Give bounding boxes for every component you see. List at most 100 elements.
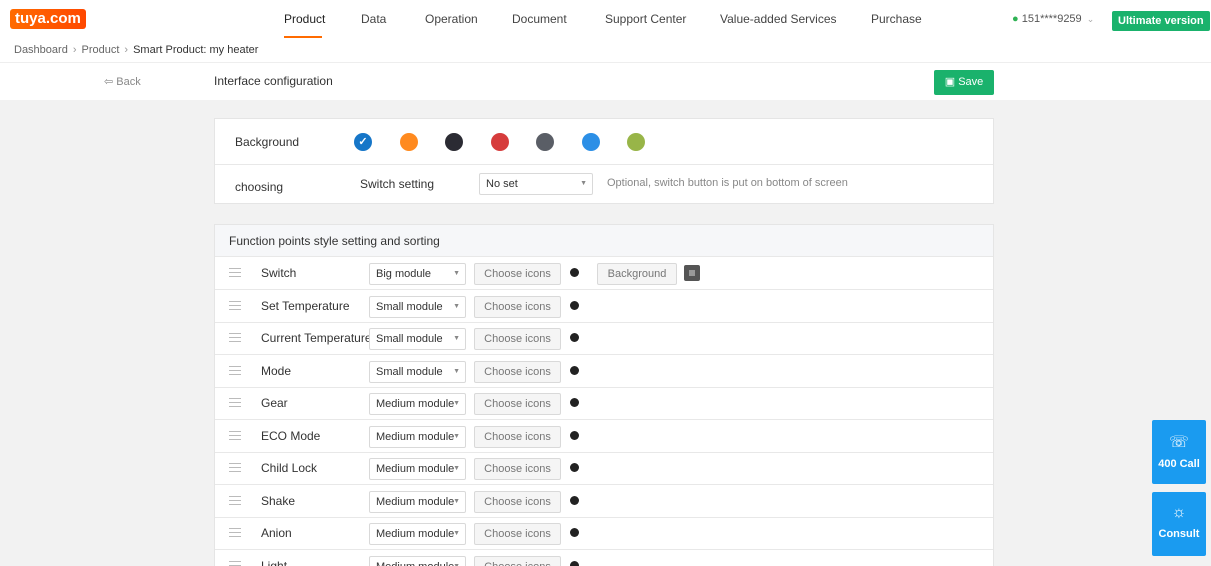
module-size-select[interactable]: Medium module▼ (369, 393, 466, 415)
choose-icons-button[interactable]: Choose icons (474, 393, 561, 415)
drag-handle-icon[interactable] (229, 430, 241, 440)
drag-handle-icon[interactable] (229, 365, 241, 375)
call-400-button[interactable]: ☏ 400 Call (1152, 420, 1206, 484)
module-size-value: Medium module (376, 430, 455, 443)
choose-icons-button[interactable]: Choose icons (474, 523, 561, 545)
drag-handle-icon[interactable] (229, 300, 241, 310)
choose-icons-button[interactable]: Choose icons (474, 263, 561, 285)
function-point-row: ECO Mode Medium module ▼ Choose icons (215, 421, 993, 453)
drag-handle-icon[interactable] (229, 560, 241, 566)
background-swatch-3[interactable] (445, 133, 463, 151)
module-size-value: Medium module (376, 495, 455, 508)
module-size-select[interactable]: Medium module▼ (369, 458, 466, 480)
nav-operation[interactable]: Operation (425, 12, 478, 26)
user-icon: ● (1012, 13, 1019, 25)
drag-handle-icon[interactable] (229, 268, 241, 277)
choose-icons-button[interactable]: Choose icons (474, 328, 561, 350)
background-row: Background ✓ (215, 119, 993, 165)
consult-label: Consult (1158, 528, 1200, 540)
background-swatch-4[interactable] (491, 133, 509, 151)
module-size-select[interactable]: Medium module▼ (369, 555, 466, 566)
nav-data[interactable]: Data (361, 12, 386, 26)
background-swatch-6[interactable] (582, 133, 600, 151)
icon-preview (570, 268, 579, 277)
function-point-row: Current Temperature Small module ▼ Choose i… (215, 323, 993, 355)
function-point-name: Anion (261, 526, 292, 540)
icon-preview (570, 430, 579, 440)
module-size-select[interactable]: Medium module▼ (369, 490, 466, 513)
consult-button[interactable]: ☼ Consult (1152, 492, 1206, 556)
chevron-down-icon: ▼ (580, 180, 587, 187)
choose-icons-button[interactable]: Choose icons (474, 490, 561, 513)
tuya-logo[interactable]: tuya.com (10, 9, 86, 29)
ultimate-version-button[interactable]: Ultimate version (1112, 11, 1210, 31)
function-points-header: Function points style setting and sortin… (215, 225, 993, 257)
function-point-row: Set Temperature Small module ▼ Choose icons (215, 291, 993, 323)
background-swatch-1[interactable]: ✓ (354, 133, 372, 151)
module-size-select[interactable]: Small module ▼ (369, 295, 466, 318)
background-swatch-5[interactable] (536, 133, 554, 151)
choose-icons-button[interactable]: Choose icons (474, 425, 561, 448)
breadcrumb-dashboard[interactable]: Dashboard (14, 44, 68, 56)
choose-icons-button[interactable]: Choose icons (474, 295, 561, 318)
nav-product[interactable]: Product (284, 12, 325, 26)
function-point-name: Shake (261, 493, 296, 508)
module-size-select[interactable]: Big module ▼ (369, 263, 466, 285)
function-point-name: Light (261, 558, 288, 566)
function-point-name: Gear (261, 396, 288, 410)
icon-preview (570, 300, 579, 310)
save-button[interactable]: ▣ Save (934, 70, 994, 95)
page-title: Interface configuration (214, 74, 333, 88)
icon-preview (570, 528, 579, 537)
nav-document[interactable]: Document (512, 12, 567, 26)
chevron-down-icon: ▼ (453, 530, 460, 537)
choose-icons-button[interactable]: Choose icons (474, 458, 561, 480)
choose-icons-button[interactable]: Choose icons (474, 360, 561, 383)
function-point-name: ECO Mode (261, 428, 321, 443)
chevron-down-icon: ▼ (453, 367, 460, 375)
background-swatch-7[interactable] (627, 133, 645, 151)
module-size-value: Small module (376, 365, 443, 378)
switch-setting-value: No set (486, 178, 518, 190)
drag-handle-icon[interactable] (229, 463, 241, 472)
switch-setting-hint: Optional, switch button is put on bottom… (607, 177, 848, 189)
drag-handle-icon[interactable] (229, 495, 241, 505)
back-button[interactable]: ⇦ Back (104, 75, 141, 88)
background-button[interactable]: Background (597, 263, 677, 285)
chevron-down-icon: ⌄ (1086, 14, 1095, 24)
user-menu[interactable]: ● 151****9259 ⌄ (1012, 13, 1094, 25)
nav-purchase[interactable]: Purchase (871, 12, 922, 26)
module-size-select[interactable]: Small module ▼ (369, 360, 466, 383)
chevron-right-icon: › (124, 44, 129, 56)
background-label: Background (235, 135, 300, 149)
function-point-row: Light Medium module▼ Choose icons (215, 551, 993, 566)
module-size-select[interactable]: Small module ▼ (369, 328, 466, 350)
breadcrumb-product[interactable]: Product (82, 44, 120, 56)
background-thumbnail[interactable] (684, 265, 700, 281)
nav-value-added-services[interactable]: Value-added Services (720, 12, 837, 26)
user-phone: 151****9259 (1021, 13, 1082, 25)
background-swatch-2[interactable] (400, 133, 418, 151)
function-point-row: Gear Medium module ▼ Choose icons (215, 388, 993, 420)
drag-handle-icon[interactable] (229, 528, 241, 537)
module-size-select[interactable]: Medium module▼ (369, 425, 466, 448)
choose-icons-button[interactable]: Choose icons (474, 555, 561, 566)
function-point-row: Shake Medium module ▼ Choose icons (215, 486, 993, 518)
icon-preview (570, 365, 579, 375)
check-icon: ✓ (358, 136, 368, 148)
breadcrumb: Dashboard › Product › Smart Product: my heat… (14, 44, 258, 56)
drag-handle-icon[interactable] (229, 333, 241, 342)
function-point-row: Child Lock Medium module ▼ Choose icons (215, 453, 993, 485)
module-size-select[interactable]: Medium module▼ (369, 523, 466, 545)
function-point-row: Switch Big module ▼ Choose icons Background (215, 258, 993, 290)
function-point-name: Mode (261, 363, 292, 378)
drag-handle-icon[interactable] (229, 398, 241, 407)
chevron-down-icon: ▼ (453, 497, 460, 505)
save-label: Save (958, 76, 984, 88)
module-size-value: Medium module (376, 398, 455, 410)
function-point-row: Mode Small module ▼ Choose icons (215, 356, 993, 388)
chevron-down-icon: ▼ (453, 335, 460, 342)
chevron-down-icon: ▼ (453, 270, 460, 277)
switch-setting-select[interactable]: No set ▼ (479, 173, 593, 195)
nav-support-center[interactable]: Support Center (605, 12, 686, 26)
